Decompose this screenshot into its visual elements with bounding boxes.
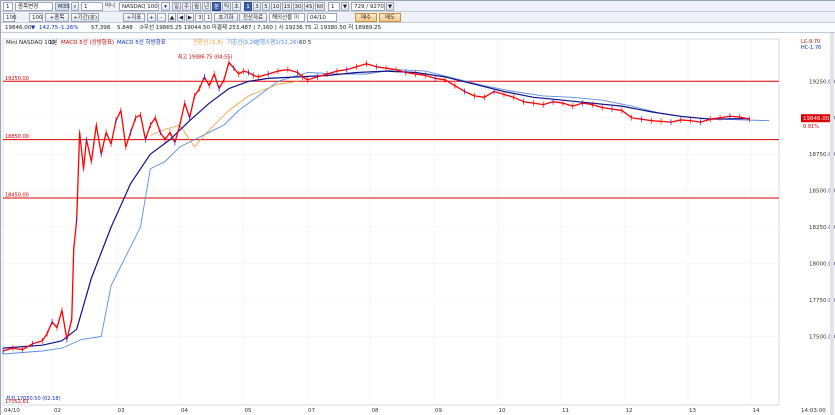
x-tick-label: 07 [308, 408, 315, 414]
volume-2: 5,848 [117, 24, 133, 31]
volume: 57,398 [91, 24, 111, 31]
add-indicator-button[interactable]: +지표 [123, 13, 145, 22]
price-change-pct: -1.26% [59, 24, 79, 31]
horizontal-level-label: 18450.00 [5, 192, 29, 198]
legend-nums: 60 5 [299, 40, 312, 46]
range-dropdown-icon[interactable]: ▼ [386, 2, 394, 11]
x-tick-label: 12 [626, 408, 633, 414]
overseas-futures-select[interactable]: 해외선물 이 [269, 13, 305, 22]
bottom-left-price: 17052.61 [5, 399, 29, 405]
legend-macd-down: MACD 5선 하방향표 [117, 38, 166, 46]
x-tick-label: 02 [54, 408, 61, 414]
current-price: 19846.00 [5, 24, 32, 31]
legend-ichimoku: 전환선 (1,8) [193, 38, 223, 46]
minute-3[interactable]: 3 [253, 2, 261, 11]
interval-second[interactable]: 초 [232, 2, 241, 11]
interval-year[interactable]: 년 [202, 2, 211, 11]
legend-base: 기준선(9,26) [227, 38, 259, 46]
interval-month[interactable]: 월 [192, 2, 201, 11]
date-input[interactable]: 04/10 [307, 13, 337, 22]
x-tick-label: 04 [181, 408, 188, 414]
reset-button[interactable]: 초기화 [214, 13, 238, 22]
price-segment [729, 115, 740, 118]
current-price-pct: 0.91% [803, 124, 819, 130]
zoom-out-button[interactable]: - [157, 13, 166, 22]
nav-step-field[interactable]: 3 [195, 13, 203, 22]
current-price-tag: 19846.00 [803, 116, 830, 122]
minute-5[interactable]: 5 [262, 2, 270, 11]
x-tick-label: 08 [372, 408, 379, 414]
top-right-label-2: HC-1.76 [801, 45, 821, 51]
plot-area [2, 38, 780, 406]
interval-tick[interactable]: 틱 [222, 2, 231, 11]
interval-week[interactable]: 주 [182, 2, 191, 11]
export-data-button[interactable]: 전산자료 [239, 13, 267, 22]
x-last-label: 14:03:00 [801, 408, 826, 414]
price-segment [661, 120, 671, 123]
nav-right-button[interactable]: ▶ [186, 13, 194, 22]
symbol-name-field[interactable]: NASDAQ 100 [119, 2, 159, 11]
count-dropdown-icon[interactable]: ▼ [341, 2, 349, 11]
x-tick-label: 13 [689, 408, 696, 414]
code-input[interactable]: M3S [55, 2, 70, 11]
x-tick-label: 05 [245, 408, 252, 414]
legend-macd-up: MACD 5선 (상방향표) [61, 38, 114, 46]
minute-1[interactable]: 1 [244, 2, 252, 11]
input-left-1[interactable]: 100 [3, 13, 17, 22]
x-tick-label: 11 [562, 408, 569, 414]
zoom-in-button[interactable]: + [147, 13, 156, 22]
minute-30[interactable]: 30 [293, 2, 303, 11]
price-change: 142.75 [39, 24, 59, 31]
add-symbol-button[interactable]: +종목 [45, 13, 69, 22]
add-period-button[interactable]: +기간(분) [71, 13, 99, 22]
minute-10[interactable]: 10 [271, 2, 281, 11]
chart-canvas[interactable]: 04/10 02 03 04 05 07 08 09 10 11 12 13 14 14:03:00 192… [1, 33, 835, 415]
input-left-2[interactable]: 100 [29, 13, 43, 22]
buy-button[interactable]: 매수 [355, 13, 377, 22]
interval-minute[interactable]: 분 [212, 2, 221, 11]
chart-window: 1 종목변경 M3S ⌕ 1 미니 NASDAQ 100 ▾ 일 주 월 년 분… [0, 0, 835, 415]
minute-45[interactable]: 45 [304, 2, 314, 11]
toolbar-primary: 1 종목변경 M3S ⌕ 1 미니 NASDAQ 100 ▾ 일 주 월 년 분… [1, 1, 835, 12]
price-segment [680, 119, 691, 122]
range-field[interactable]: 729 / 9270 [351, 2, 385, 11]
nav-page-field[interactable]: 1 [204, 13, 212, 22]
minute-15[interactable]: 15 [282, 2, 292, 11]
period-field[interactable]: 1 [81, 2, 103, 11]
x-tick-label: 14 [753, 408, 760, 414]
symbol-prefix: 미니 [105, 3, 116, 9]
horizontal-level-label: 19250.00 [5, 76, 29, 82]
row-number-field[interactable]: 1 [3, 2, 13, 11]
x-tick-label: 10 [499, 408, 506, 414]
nav-left-button[interactable]: ◀ [177, 13, 185, 22]
high-annotation: 최고 19386.75 (04:55) [178, 53, 233, 60]
horizontal-level-label: 18850.00 [5, 134, 29, 140]
legend-span: 선행스팬2(52,26) [255, 38, 299, 46]
x-tick-label: 04/10 [4, 408, 20, 414]
sell-button[interactable]: 매도 [379, 13, 401, 22]
change-arrow-icon: ▼ [31, 24, 36, 31]
interval-day[interactable]: 일 [172, 2, 181, 11]
price-segment [651, 120, 662, 123]
search-icon[interactable]: ⌕ [71, 2, 79, 11]
market-dropdown[interactable]: 종목변경 [15, 2, 53, 11]
x-tick-label: 03 [118, 408, 125, 414]
ohlc-info: ③우선 19865.25 19044.50 미결제 253,487 ( 7,16… [139, 24, 382, 31]
count-field[interactable]: 1 [328, 2, 340, 11]
quote-info-line: 19846.00 ▼ 142.75 -1.26% 57,398 5,848 ③우… [1, 23, 835, 33]
legend-title: Mini NASDAQ 100 [6, 40, 55, 46]
x-tick-label: 09 [435, 408, 442, 414]
toolbar-secondary: 100 100 +종목 +기간(분) +지표 + - ▲ ◀ ▶ 3 1 초기화… [1, 12, 835, 23]
minute-60[interactable]: 60 [315, 2, 325, 11]
nav-up-button[interactable]: ▲ [168, 13, 176, 22]
legend-period: 1분 [49, 39, 58, 46]
right-scrollbar[interactable] [830, 33, 834, 415]
price-chart[interactable]: 04/10 02 03 04 05 07 08 09 10 11 12 13 14 14:03:00 192… [1, 33, 835, 415]
chevron-down-icon[interactable]: ▾ [161, 2, 170, 11]
